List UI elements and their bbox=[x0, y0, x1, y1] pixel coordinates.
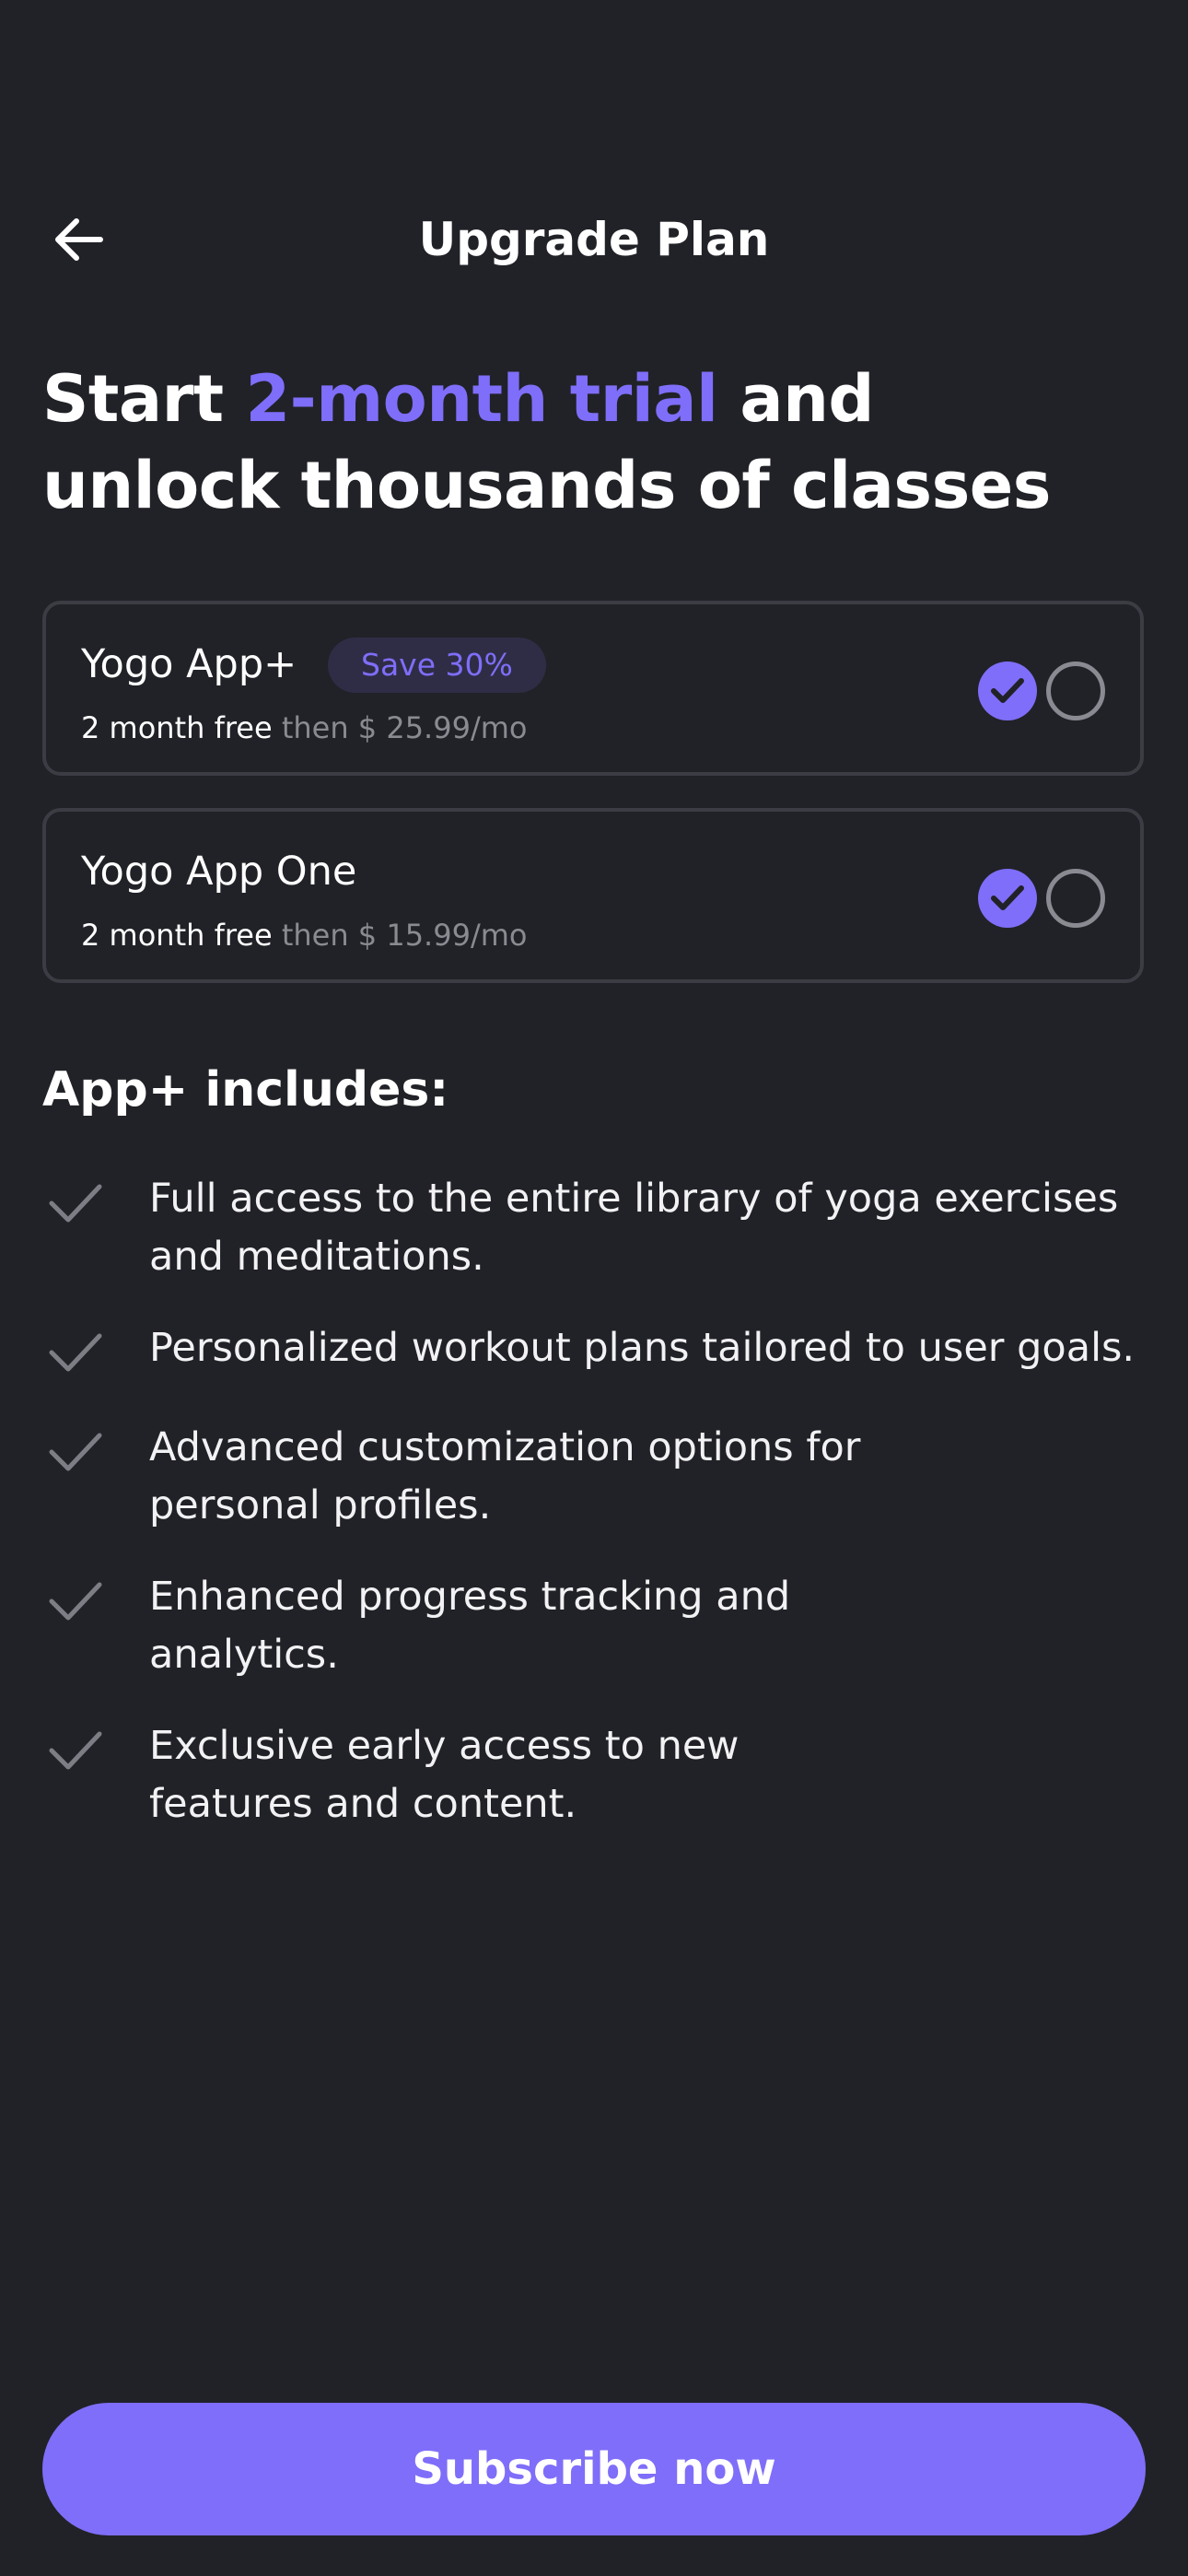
feature-line-2: analytics. bbox=[149, 1632, 339, 1678]
radio-button[interactable] bbox=[1046, 662, 1105, 720]
plan-free-text: 2 month free bbox=[81, 918, 273, 953]
subscribe-button[interactable]: Subscribe now bbox=[42, 2403, 1146, 2535]
plan-then-text: then $ 15.99/mo bbox=[272, 918, 528, 953]
page-title: Upgrade Plan bbox=[418, 213, 770, 266]
plan-price: 2 month free then $ 15.99/mo bbox=[81, 917, 527, 954]
plan-card-app-plus[interactable]: Yogo App+ Save 30% 2 month free then $ 2… bbox=[42, 601, 1144, 776]
plan-then-text: then $ 25.99/mo bbox=[272, 710, 528, 745]
feature-text: Full access to the entire library of yog… bbox=[149, 1170, 1118, 1286]
plan-free-text: 2 month free bbox=[81, 710, 273, 745]
check-icon bbox=[49, 1582, 102, 1621]
feature-line-2: personal profiles. bbox=[149, 1482, 492, 1528]
plan-name: Yogo App+ bbox=[81, 641, 297, 687]
feature-text: Exclusive early access to new features a… bbox=[149, 1717, 739, 1833]
check-icon bbox=[49, 1184, 102, 1223]
check-icon bbox=[49, 1433, 102, 1471]
selected-check-icon[interactable] bbox=[978, 869, 1037, 928]
plan-card-app-one[interactable]: Yogo App One 2 month free then $ 15.99/m… bbox=[42, 808, 1144, 983]
includes-title: App+ includes: bbox=[42, 1062, 449, 1118]
plan-price: 2 month free then $ 25.99/mo bbox=[81, 709, 527, 746]
selected-check-icon[interactable] bbox=[978, 662, 1037, 720]
headline-part1: Start bbox=[42, 361, 246, 437]
feature-line-2: and meditations. bbox=[149, 1234, 484, 1280]
feature-line-1: Enhanced progress tracking and bbox=[149, 1574, 791, 1620]
radio-button[interactable] bbox=[1046, 869, 1105, 928]
feature-line-1: Full access to the entire library of yog… bbox=[149, 1176, 1119, 1222]
headline: Start 2-month trial and unlock thousands… bbox=[42, 356, 1129, 529]
feature-text: Personalized workout plans tailored to u… bbox=[149, 1319, 1135, 1377]
checkmark-icon bbox=[991, 885, 1024, 910]
header: Upgrade Plan bbox=[0, 184, 1188, 295]
feature-line-1: Advanced customization options for bbox=[149, 1424, 861, 1470]
plan-name: Yogo App One bbox=[81, 849, 357, 895]
feature-line-2: features and content. bbox=[149, 1781, 577, 1827]
feature-text: Advanced customization options for perso… bbox=[149, 1419, 861, 1535]
headline-accent: 2-month trial bbox=[245, 361, 718, 437]
feature-line-1: Exclusive early access to new bbox=[149, 1723, 740, 1769]
check-icon bbox=[49, 1731, 102, 1770]
save-badge: Save 30% bbox=[328, 638, 546, 693]
check-icon bbox=[49, 1333, 102, 1372]
feature-line-1: Personalized workout plans tailored to u… bbox=[149, 1325, 1136, 1371]
feature-text: Enhanced progress tracking and analytics… bbox=[149, 1568, 790, 1684]
checkmark-icon bbox=[991, 678, 1024, 703]
